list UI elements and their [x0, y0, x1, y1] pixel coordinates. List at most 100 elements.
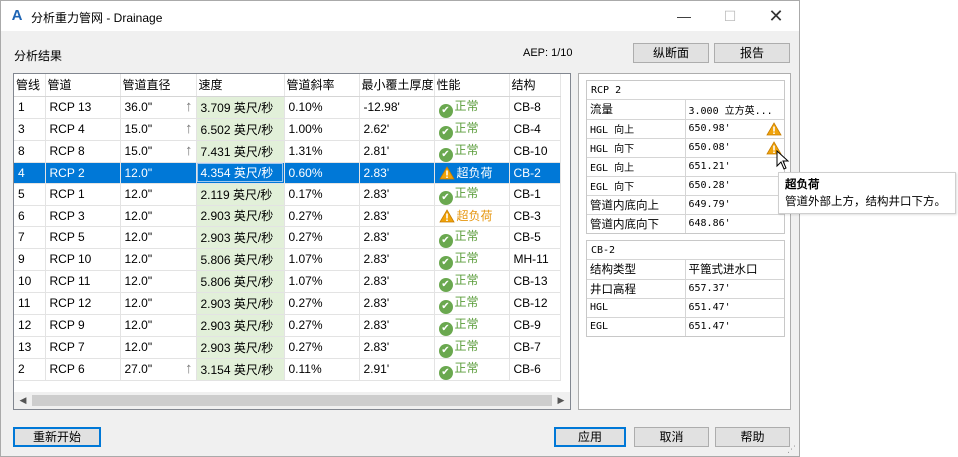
table-row[interactable]: 11 RCP 12 12.0" 2.903 英尺/秒 0.27% 2.83' ✔ 正常 CB-1… — [14, 292, 561, 315]
check-circle-icon: ✔ — [438, 125, 453, 139]
check-circle-icon: ✔ — [438, 277, 453, 291]
check-circle-icon: ✔ — [438, 103, 453, 117]
profile-button[interactable]: 纵断面 — [633, 43, 709, 63]
velocity-cell: 5.806 英尺/秒 — [196, 270, 285, 293]
slope-cell: 1.31% — [284, 140, 360, 163]
property-value-cell: 651.21' — [685, 157, 784, 177]
column-header[interactable]: 管线 — [14, 74, 46, 97]
close-button[interactable]: ✕ — [753, 1, 799, 31]
pipe-cell: RCP 6 — [45, 358, 121, 381]
line-cell: 7 — [14, 226, 46, 249]
horizontal-scrollbar[interactable]: ◀ ▶ — [14, 392, 570, 409]
cover-cell: 2.83' — [359, 270, 435, 293]
property-value: 651.21' — [688, 161, 731, 172]
diameter-cell: 12.0" — [120, 270, 197, 293]
scroll-right-icon[interactable]: ▶ — [554, 393, 568, 408]
structure-cell: CB-9 — [509, 314, 561, 337]
column-header[interactable]: 性能 — [434, 74, 510, 97]
diameter-value: 12.0" — [124, 274, 153, 288]
property-name: EGL — [587, 317, 686, 336]
structure-cell: CB-1 — [509, 183, 561, 206]
table-row[interactable]: 4 RCP 2 12.0" 4.354 英尺/秒 0.60% 2.83' 超负荷 CB-2 — [14, 162, 561, 184]
report-button[interactable]: 报告 — [714, 43, 790, 63]
scroll-thumb[interactable] — [32, 395, 552, 406]
column-header[interactable]: 管道斜率 — [284, 74, 360, 97]
structure-properties: CB-2 结构类型 平篦式进水口 井口高程 657.37' HGL 651.47' EGL 6… — [586, 240, 785, 337]
cancel-button[interactable]: 取消 — [634, 427, 709, 447]
structure-cell: CB-13 — [509, 270, 561, 293]
pipe-cell: RCP 7 — [45, 336, 121, 359]
pipe-properties-body: 流量 3.000 立方英... HGL 向上 650.98' HGL 向下 650.08'… — [587, 100, 784, 233]
table-row[interactable]: 5 RCP 1 12.0" 2.119 英尺/秒 0.17% 2.83' ✔ 正常 CB-1 — [14, 183, 561, 206]
help-button[interactable]: 帮助 — [715, 427, 790, 447]
velocity-cell: 2.903 英尺/秒 — [196, 314, 285, 337]
performance-text: 超负荷 — [456, 166, 493, 180]
maximize-button[interactable]: ☐ — [707, 1, 753, 31]
slope-cell: 1.00% — [284, 118, 360, 141]
diameter-cell: 12.0" — [120, 226, 197, 249]
check-circle-icon: ✔ — [438, 299, 453, 313]
property-value: 平篦式进水口 — [685, 260, 784, 280]
velocity-cell: 2.903 英尺/秒 — [196, 205, 285, 227]
property-name: EGL 向下 — [587, 176, 686, 196]
velocity-cell: 3.154 英尺/秒 — [196, 358, 285, 381]
table-row[interactable]: 2 RCP 6 27.0" ↑ 3.154 英尺/秒 0.11% 2.91' ✔ 正常 CB-6 — [14, 358, 561, 381]
column-header[interactable]: 管道直径 — [120, 74, 197, 97]
apply-button[interactable]: 应用 — [554, 427, 626, 447]
pipe-cell: RCP 10 — [45, 248, 121, 271]
property-row: 管道内底向下 648.86' — [587, 214, 784, 233]
table-row[interactable]: 13 RCP 7 12.0" 2.903 英尺/秒 0.27% 2.83' ✔ 正常 CB-7 — [14, 336, 561, 359]
slope-cell: 0.27% — [284, 292, 360, 315]
diameter-value: 12.0" — [124, 230, 153, 244]
results-heading: 分析结果 — [14, 49, 63, 63]
up-arrow-icon: ↑ — [185, 141, 193, 159]
window-title: 分析重力管网 - Drainage — [31, 11, 163, 25]
property-value: 648.86' — [688, 218, 731, 230]
diameter-value: 12.0" — [124, 318, 153, 332]
performance-cell: 超负荷 — [434, 205, 510, 227]
column-header[interactable]: 管道 — [45, 74, 121, 97]
performance-text: 正常 — [454, 338, 479, 353]
performance-cell: ✔ 正常 — [434, 140, 510, 163]
minimize-button[interactable]: — — [661, 1, 707, 31]
line-cell: 1 — [14, 96, 46, 119]
column-header[interactable]: 结构 — [509, 74, 561, 97]
table-row[interactable]: 10 RCP 11 12.0" 5.806 英尺/秒 1.07% 2.83' ✔ 正常 CB-1… — [14, 270, 561, 293]
table-row[interactable]: 6 RCP 3 12.0" 2.903 英尺/秒 0.27% 2.83' 超负荷 CB-3 — [14, 205, 561, 227]
warning-triangle-icon — [438, 166, 455, 180]
up-arrow-icon: ↑ — [185, 119, 193, 137]
tooltip-title: 超负荷 — [785, 179, 820, 191]
cover-cell: 2.83' — [359, 183, 435, 206]
velocity-cell: 3.709 英尺/秒 — [196, 96, 285, 119]
column-header[interactable]: 速度 — [196, 74, 285, 97]
slope-cell: 0.17% — [284, 183, 360, 206]
property-row: 井口高程 657.37' — [587, 279, 784, 299]
check-circle-icon: ✔ — [438, 190, 453, 204]
column-header[interactable]: 最小覆土厚度 — [359, 74, 435, 97]
performance-cell: ✔ 正常 — [434, 270, 510, 293]
table-row[interactable]: 3 RCP 4 15.0" ↑ 6.502 英尺/秒 1.00% 2.62' ✔ 正常 CB-4 — [14, 118, 561, 141]
scroll-left-icon[interactable]: ◀ — [16, 393, 30, 408]
performance-cell: ✔ 正常 — [434, 292, 510, 315]
restart-button[interactable]: 重新开始 — [13, 427, 101, 447]
property-row: HGL 651.47' — [587, 298, 784, 318]
table-row[interactable]: 7 RCP 5 12.0" 2.903 英尺/秒 0.27% 2.83' ✔ 正常 CB-5 — [14, 226, 561, 249]
table-row[interactable]: 9 RCP 10 12.0" 5.806 英尺/秒 1.07% 2.83' ✔ 正常 MH-11 — [14, 248, 561, 271]
property-value: 657.37' — [685, 279, 784, 299]
property-value: 650.28' — [688, 180, 731, 191]
diameter-cell: 15.0" ↑ — [120, 140, 197, 163]
table-row[interactable]: 12 RCP 9 12.0" 2.903 英尺/秒 0.27% 2.83' ✔ 正常 CB-9 — [14, 314, 561, 337]
diameter-value: 36.0" — [124, 100, 153, 114]
table-row[interactable]: 1 RCP 13 36.0" ↑ 3.709 英尺/秒 0.10% -12.98' ✔ 正常 CB… — [14, 96, 561, 119]
resize-grip-icon[interactable]: ⋰ — [787, 444, 799, 456]
pipe-cell: RCP 5 — [45, 226, 121, 249]
results-grid: 管线 管道 管道直径 速度 管道斜率 最小覆土厚度 性能 结构 1 RCP 13 36.0" ↑ 3.… — [13, 73, 571, 410]
up-arrow-icon: ↑ — [185, 359, 193, 377]
slope-cell: 0.11% — [284, 358, 360, 381]
diameter-cell: 15.0" ↑ — [120, 118, 197, 141]
property-name: 流量 — [587, 100, 686, 120]
diameter-value: 15.0" — [124, 122, 153, 136]
table-row[interactable]: 8 RCP 8 15.0" ↑ 7.431 英尺/秒 1.31% 2.81' ✔ 正常 CB-10 — [14, 140, 561, 163]
diameter-value: 12.0" — [124, 252, 153, 266]
velocity-cell: 2.903 英尺/秒 — [196, 336, 285, 359]
